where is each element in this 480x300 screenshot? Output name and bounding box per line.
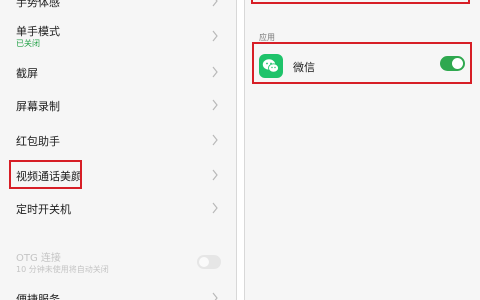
chevron-right-icon (212, 99, 218, 111)
list-item-label: 红包助手 (16, 135, 60, 148)
list-item-label: 定时开关机 (16, 203, 71, 216)
panel-divider (236, 0, 237, 300)
list-item-screen-record[interactable]: 屏幕录制 (0, 91, 236, 119)
list-item-red-packet-assistant[interactable]: 红包助手 (0, 126, 236, 154)
list-item-status: 已关闭 (16, 39, 40, 48)
list-item-scheduled-power[interactable]: 定时开关机 (0, 194, 236, 222)
chevron-right-icon (212, 169, 218, 181)
list-item-label: 截屏 (16, 67, 38, 80)
list-item-status: 10 分钟未使用将自动关闭 (16, 265, 109, 274)
list-item-label: OTG 连接 (16, 253, 61, 264)
chevron-right-icon (212, 292, 218, 300)
list-item-convenient-services[interactable]: 便捷服务 (0, 289, 236, 300)
list-item-label: 便捷服务 (16, 293, 60, 300)
chevron-right-icon (212, 0, 218, 7)
settings-list-panel: 手势体感 单手模式 已关闭 截屏 屏幕录制 红包助手 视频通话美颜 定时开关机 … (0, 0, 236, 300)
chevron-right-icon (212, 134, 218, 146)
list-item-label: 单手模式 (16, 25, 60, 38)
list-item-one-hand-mode[interactable]: 单手模式 已关闭 (0, 20, 236, 52)
highlight-box (9, 160, 82, 189)
list-item-gesture[interactable]: 手势体感 (0, 0, 236, 16)
chevron-right-icon (212, 30, 218, 42)
list-item-label: 屏幕录制 (16, 100, 60, 113)
list-item-screenshot[interactable]: 截屏 (0, 58, 236, 86)
chevron-right-icon (212, 202, 218, 214)
highlight-box (251, 0, 470, 4)
otg-toggle[interactable] (197, 255, 221, 269)
list-item-label: 手势体感 (16, 0, 60, 9)
highlight-box (252, 42, 472, 84)
chevron-right-icon (212, 66, 218, 78)
